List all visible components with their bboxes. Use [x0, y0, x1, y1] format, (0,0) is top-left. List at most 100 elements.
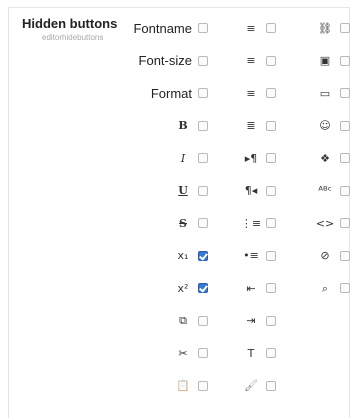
text-color-icon: T — [243, 345, 259, 361]
option-justify: ≣ — [243, 116, 276, 136]
hide-checkbox[interactable] — [340, 218, 350, 228]
option-unlink: ⛓ — [317, 18, 350, 38]
indent-icon: ⇥ — [243, 313, 259, 329]
image-icon: ▣ — [317, 53, 333, 69]
underline-icon-glyph: U — [178, 184, 188, 197]
smiley-icon-glyph: ☺ — [319, 119, 331, 132]
rtl-icon: ¶◂ — [243, 183, 259, 199]
hide-checkbox[interactable] — [266, 120, 276, 131]
table-icon-glyph: ▭ — [319, 86, 331, 100]
hide-checkbox[interactable] — [340, 88, 350, 98]
background-color-icon-glyph: 🖌 — [244, 379, 258, 392]
align-left-icon-glyph: ≡ — [246, 21, 256, 35]
hide-checkbox[interactable] — [266, 55, 276, 66]
hide-checkbox[interactable] — [198, 55, 208, 66]
option-paste: 📋 — [175, 376, 208, 396]
hide-checkbox[interactable] — [198, 380, 208, 391]
align-left-icon: ≡ — [243, 20, 259, 36]
option-outdent: ⇤ — [243, 278, 276, 298]
hide-checkbox[interactable] — [266, 218, 276, 228]
hide-checkbox[interactable] — [198, 283, 208, 293]
copy-icon: ⧉ — [175, 313, 191, 329]
table-icon: ▭ — [317, 85, 333, 101]
hide-checkbox[interactable] — [198, 23, 208, 33]
hide-checkbox[interactable] — [198, 120, 208, 131]
hide-checkbox[interactable] — [340, 153, 350, 163]
option-cut: ✂ — [175, 343, 208, 363]
hide-checkbox[interactable] — [340, 23, 350, 33]
copy-icon-glyph: ⧉ — [179, 314, 187, 327]
hide-checkbox[interactable] — [340, 185, 350, 196]
option-strikethrough: S — [175, 213, 208, 233]
option-clean-formatting: ⊘ — [317, 246, 350, 266]
clean-formatting-icon-glyph: ⊘ — [320, 249, 330, 262]
justify-icon-glyph: ≣ — [246, 119, 256, 132]
indent-icon-glyph: ⇥ — [246, 314, 256, 327]
option-align-left: ≡ — [243, 18, 276, 38]
italic-icon-glyph: I — [180, 151, 186, 165]
unlink-icon: ⛓ — [317, 20, 333, 36]
hide-checkbox[interactable] — [198, 315, 208, 326]
hide-checkbox[interactable] — [266, 23, 276, 33]
hide-checkbox[interactable] — [266, 88, 276, 98]
hide-checkbox[interactable] — [266, 348, 276, 358]
hide-checkbox[interactable] — [198, 218, 208, 228]
justify-icon: ≣ — [243, 118, 259, 134]
option-background-color: 🖌 — [243, 376, 276, 396]
background-color-icon: 🖌 — [243, 378, 259, 394]
paste-icon-glyph: 📋 — [176, 379, 190, 392]
hide-checkbox[interactable] — [340, 55, 350, 66]
search-replace-icon: ⌕ — [317, 280, 333, 296]
hide-checkbox[interactable] — [266, 380, 276, 391]
hide-checkbox[interactable] — [266, 315, 276, 326]
hide-checkbox[interactable] — [340, 120, 350, 131]
option-text-color: T — [243, 343, 276, 363]
subscript-icon-glyph: x₁ — [177, 249, 189, 262]
hide-checkbox[interactable] — [340, 283, 350, 293]
hide-checkbox[interactable] — [198, 250, 208, 261]
search-replace-icon-glyph: ⌕ — [321, 281, 329, 295]
option-align-right: ≡ — [243, 83, 276, 103]
align-center-icon: ≡ — [243, 53, 259, 69]
hide-checkbox[interactable] — [266, 283, 276, 293]
hide-checkbox[interactable] — [266, 185, 276, 196]
option-subscript: x₁ — [175, 246, 208, 266]
option-format: Format — [151, 83, 208, 103]
clean-formatting-icon: ⊘ — [317, 248, 333, 264]
option-align-center: ≡ — [243, 51, 276, 71]
option-fontname: Fontname — [133, 18, 208, 38]
option-ltr: ▸¶ — [243, 148, 276, 168]
rtl-icon-glyph: ¶◂ — [244, 184, 258, 197]
hide-checkbox[interactable] — [340, 250, 350, 261]
option-underline: U — [175, 181, 208, 201]
spellcheck-icon-glyph: ᴬᴮᶜ — [318, 184, 332, 197]
image-icon-glyph: ▣ — [319, 54, 331, 67]
hide-checkbox[interactable] — [198, 88, 208, 98]
html-source-icon-glyph: <> — [315, 216, 335, 230]
option-spellcheck: ᴬᴮᶜ — [317, 181, 350, 201]
option-rtl: ¶◂ — [243, 181, 276, 201]
cut-icon-glyph: ✂ — [178, 346, 188, 360]
italic-icon: I — [175, 150, 191, 166]
option-label: Fontname — [133, 20, 192, 36]
option-copy: ⧉ — [175, 311, 208, 331]
option-search-replace: ⌕ — [317, 278, 350, 298]
outdent-icon: ⇤ — [243, 280, 259, 296]
spellcheck-icon: ᴬᴮᶜ — [317, 183, 333, 199]
option-html-source: <> — [315, 213, 350, 233]
option-image: ▣ — [317, 51, 350, 71]
superscript-icon: x² — [175, 280, 191, 296]
hide-checkbox[interactable] — [266, 153, 276, 163]
option-table: ▭ — [317, 83, 350, 103]
hide-checkbox[interactable] — [198, 153, 208, 163]
outdent-icon-glyph: ⇤ — [246, 281, 256, 295]
hide-checkbox[interactable] — [198, 348, 208, 358]
smiley-icon: ☺ — [317, 118, 333, 134]
bold-icon: B — [175, 118, 191, 134]
hide-checkbox[interactable] — [266, 250, 276, 261]
subscript-icon: x₁ — [175, 248, 191, 264]
unordered-list-icon-glyph: •≡ — [243, 249, 259, 262]
unlink-icon-glyph: ⛓ — [318, 21, 332, 35]
hide-checkbox[interactable] — [198, 185, 208, 196]
paste-icon: 📋 — [175, 378, 191, 394]
